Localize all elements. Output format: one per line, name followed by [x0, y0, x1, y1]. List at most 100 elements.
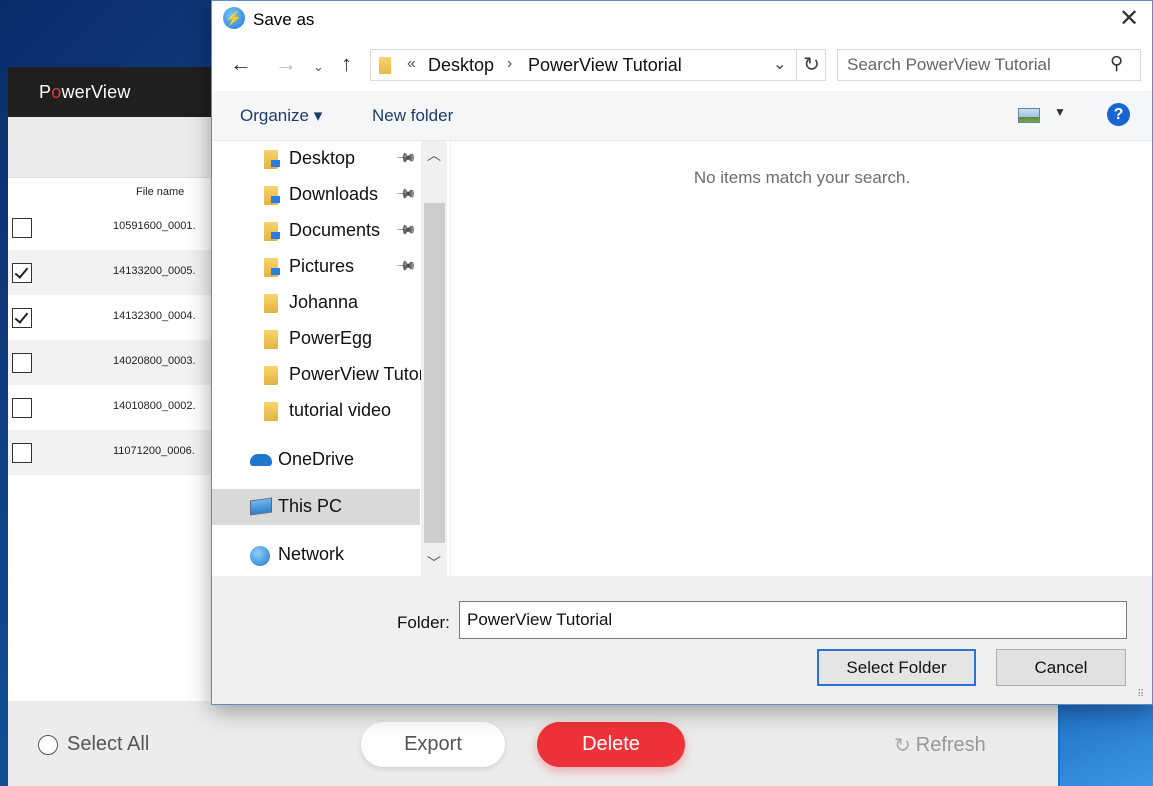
address-bar[interactable]: « Desktop › PowerView Tutorial ⌄ ↻	[370, 49, 826, 81]
view-options-dropdown-icon[interactable]: ▼	[1054, 105, 1066, 119]
search-icon[interactable]: ⚲	[1110, 53, 1123, 74]
command-bar: Organize ▾ New folder ▼ ?	[212, 91, 1152, 141]
nav-item-label: OneDrive	[278, 449, 355, 469]
recent-locations-chevron-icon[interactable]: ⌄	[313, 55, 324, 79]
file-checkbox[interactable]	[12, 218, 32, 238]
app-lightning-icon: ⚡	[223, 7, 245, 29]
help-icon[interactable]: ?	[1107, 103, 1130, 126]
scroll-up-chevron-icon[interactable]: ︿	[427, 145, 441, 165]
scrollbar-thumb[interactable]	[424, 203, 445, 543]
select-all-toggle[interactable]: Select All	[38, 733, 149, 756]
downloads-folder-icon	[264, 186, 280, 205]
file-checkbox[interactable]	[12, 443, 32, 463]
file-checkbox[interactable]	[12, 308, 32, 328]
cancel-button[interactable]: Cancel	[996, 649, 1126, 686]
nav-item-desktop[interactable]: Desktop 📌	[212, 141, 420, 177]
file-checkbox[interactable]	[12, 263, 32, 283]
select-folder-button[interactable]: Select Folder	[817, 649, 976, 686]
pin-icon[interactable]: 📌	[395, 183, 417, 206]
nav-item-pictures[interactable]: Pictures 📌	[212, 249, 420, 285]
navigation-pane: Desktop 📌 Downloads 📌 Documents 📌 Pictures 📌 Joh…	[212, 141, 447, 576]
refresh-button[interactable]: ↻ Refresh	[894, 733, 986, 758]
file-name: 10591600_0001.	[113, 220, 196, 232]
pin-icon[interactable]: 📌	[395, 255, 417, 278]
back-arrow-icon[interactable]: ←	[230, 52, 252, 76]
change-view-icon[interactable]	[1018, 108, 1040, 123]
file-view-pane[interactable]: No items match your search.	[450, 141, 1152, 576]
computer-icon	[250, 497, 272, 516]
folder-field-label: Folder:	[397, 613, 450, 632]
search-input[interactable]	[847, 54, 1107, 76]
file-checkbox[interactable]	[12, 398, 32, 418]
select-all-label: Select All	[67, 733, 150, 755]
nav-item-tutorial-video[interactable]: tutorial video	[212, 393, 420, 429]
nav-item-network[interactable]: Network	[212, 537, 420, 573]
folder-badge	[271, 160, 280, 167]
empty-search-message: No items match your search.	[693, 168, 911, 187]
delete-button[interactable]: Delete	[537, 722, 685, 767]
app-footer: Select All Export Delete ↻ Refresh	[8, 701, 1058, 786]
app-logo: PowerView	[39, 82, 131, 102]
dialog-title: Save as	[253, 10, 315, 29]
desktop-folder-icon	[264, 150, 280, 169]
folder-icon	[264, 402, 278, 421]
folder-icon	[264, 366, 278, 385]
scroll-down-chevron-icon[interactable]: ﹀	[427, 553, 441, 573]
nav-item-onedrive[interactable]: OneDrive	[212, 442, 420, 478]
save-as-dialog: ⚡ Save as ✕ ← → ⌄ ↑ « Desktop › PowerVie…	[211, 0, 1153, 705]
nav-item-label: PowerView Tutor	[289, 364, 425, 384]
up-arrow-icon[interactable]: ↑	[341, 52, 352, 76]
breadcrumb-powerview-tutorial[interactable]: PowerView Tutorial	[528, 55, 682, 76]
breadcrumb-desktop[interactable]: Desktop	[428, 55, 494, 76]
address-folder-icon	[379, 57, 391, 74]
breadcrumb-separator-icon[interactable]: ›	[507, 55, 512, 73]
network-globe-icon	[250, 546, 270, 566]
select-all-radio[interactable]	[38, 734, 58, 755]
checkmark-icon	[14, 309, 29, 324]
organize-menu[interactable]: Organize ▾	[240, 106, 322, 126]
file-name: 14132300_0004.	[113, 310, 196, 322]
file-checkbox[interactable]	[12, 353, 32, 373]
file-name: 14020800_0003.	[113, 355, 196, 367]
nav-item-label: Johanna	[289, 292, 359, 312]
nav-pane-scrollbar[interactable]: ︿ ﹀	[421, 141, 447, 576]
refresh-label: Refresh	[915, 734, 986, 756]
nav-item-label: Pictures	[289, 256, 355, 276]
pin-icon[interactable]: 📌	[395, 147, 417, 170]
file-name: 11071200_0006.	[113, 445, 195, 457]
documents-folder-icon	[264, 222, 280, 241]
dialog-bottom-panel: Folder: Select Folder Cancel ⠿	[212, 576, 1152, 704]
nav-item-label: PowerEgg	[289, 328, 373, 348]
nav-item-poweregg[interactable]: PowerEgg	[212, 321, 420, 357]
close-button[interactable]: ✕	[1106, 5, 1152, 35]
pictures-folder-icon	[264, 258, 280, 277]
nav-item-documents[interactable]: Documents 📌	[212, 213, 420, 249]
nav-item-label: tutorial video	[289, 400, 392, 420]
address-dropdown-chevron-icon[interactable]: ⌄	[773, 54, 786, 74]
file-name: 14010800_0002.	[113, 400, 196, 412]
resize-grip-icon[interactable]: ⠿	[1137, 689, 1144, 700]
search-box[interactable]: ⚲	[837, 49, 1141, 81]
export-button[interactable]: Export	[361, 722, 505, 767]
address-refresh-icon[interactable]: ↻	[796, 50, 826, 80]
new-folder-button[interactable]: New folder	[372, 106, 453, 126]
nav-item-powerview-tutor[interactable]: PowerView Tutor	[212, 357, 425, 393]
address-overflow[interactable]: «	[407, 55, 416, 73]
folder-badge	[271, 268, 280, 275]
folder-icon	[264, 294, 278, 313]
nav-item-johanna[interactable]: Johanna	[212, 285, 420, 321]
forward-arrow-icon[interactable]: →	[275, 52, 297, 76]
pin-icon[interactable]: 📌	[395, 219, 417, 242]
refresh-icon: ↻	[894, 735, 911, 757]
nav-item-label: This PC	[278, 496, 343, 516]
folder-name-input[interactable]	[459, 601, 1127, 639]
dialog-titlebar: ⚡ Save as ✕	[212, 1, 1152, 39]
file-name-column-header: File name	[136, 186, 185, 198]
nav-item-this-pc[interactable]: This PC	[212, 489, 420, 525]
nav-item-label: Desktop	[289, 148, 356, 168]
nav-item-downloads[interactable]: Downloads 📌	[212, 177, 420, 213]
folder-icon	[264, 330, 278, 349]
folder-badge	[271, 196, 280, 203]
file-name: 14133200_0005.	[113, 265, 196, 277]
desktop-glow	[1060, 700, 1153, 786]
